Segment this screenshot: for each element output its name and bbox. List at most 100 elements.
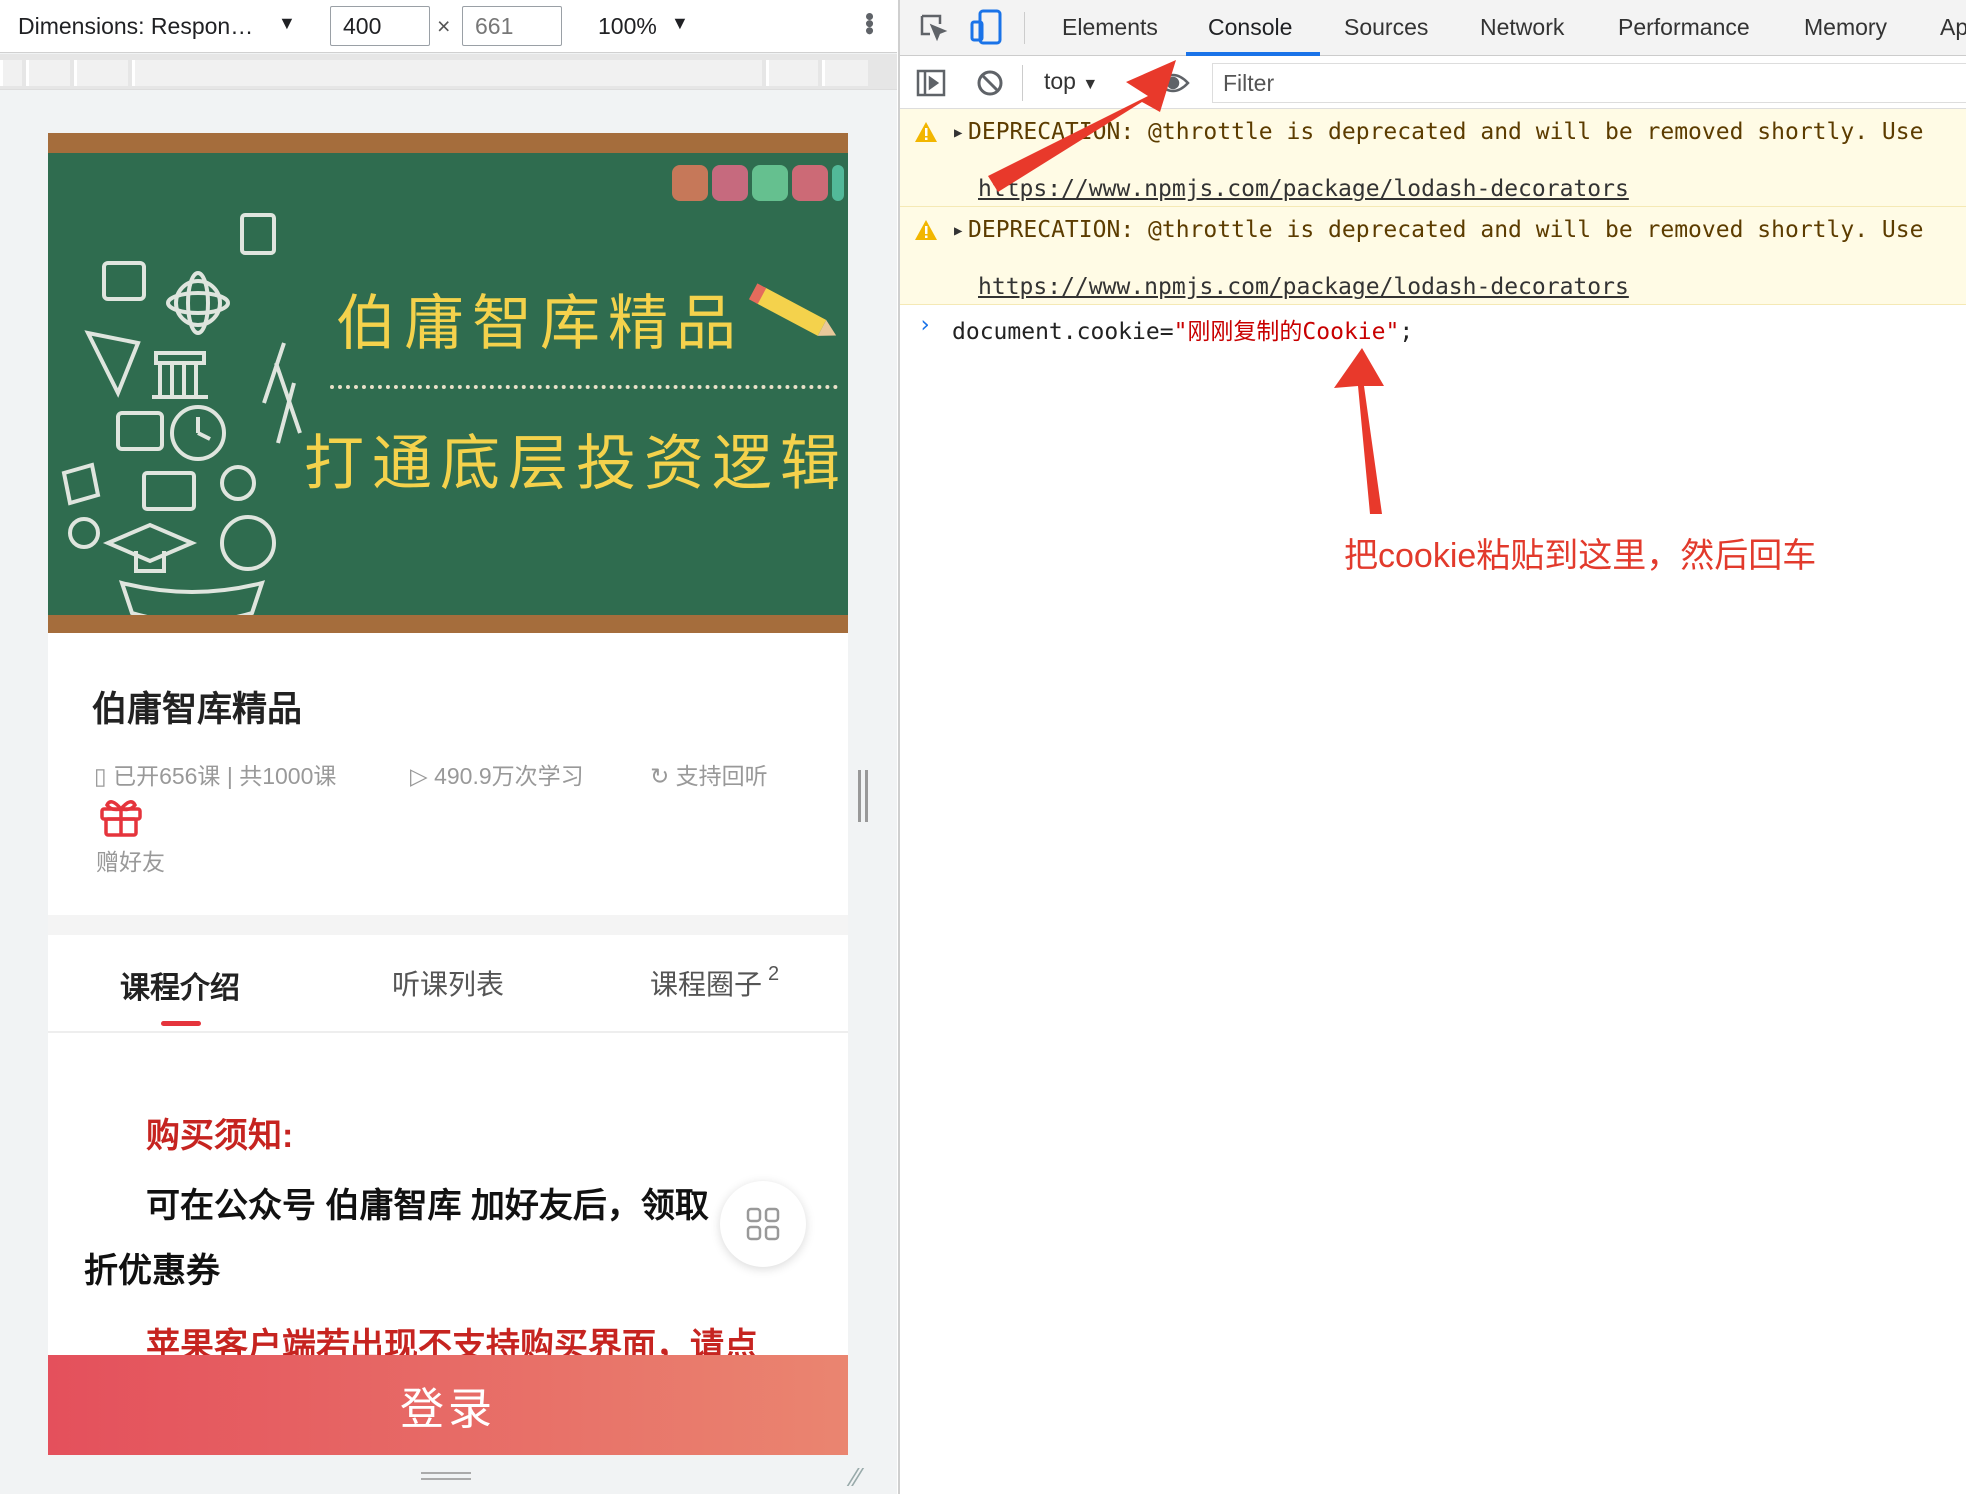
tab-application[interactable]: Ap <box>1940 14 1966 41</box>
viewport-corner-resize-icon[interactable]: ⁄⁄ <box>852 1462 861 1493</box>
more-options-icon[interactable]: ••• <box>854 12 885 33</box>
document-icon: ▯ <box>94 763 107 789</box>
pencil-icon <box>748 283 837 336</box>
banner-subtitle: 打通底层投资逻辑 <box>304 429 848 499</box>
tab-memory[interactable]: Memory <box>1804 14 1887 41</box>
hex-icon <box>832 165 844 201</box>
ruler-segment[interactable] <box>132 60 762 86</box>
media-query-ruler[interactable] <box>0 54 897 90</box>
lesson-count-text: 已开656课 | 共1000课 <box>113 763 337 789</box>
warning-icon <box>914 121 938 149</box>
viewport-resize-handle[interactable] <box>858 770 868 822</box>
device-toolbar-icon[interactable] <box>970 8 1004 46</box>
ruler-segment[interactable] <box>26 60 70 86</box>
ruler-segment[interactable] <box>766 60 818 86</box>
times-sign: × <box>437 13 451 39</box>
context-selector[interactable]: top ▼ <box>1044 68 1098 95</box>
command-prefix: document.cookie= <box>952 319 1174 345</box>
screenshot-root: Dimensions: Respon… ▼ 400 × 661 100% ▼ •… <box>0 0 1966 1494</box>
tab-lesson-list[interactable]: 听课列表 <box>392 963 504 1003</box>
hex-icon <box>712 165 748 201</box>
console-toolbar: top ▼ Filter <box>900 57 1966 109</box>
toolbar-separator <box>1024 12 1025 44</box>
console-prompt-icon: › <box>918 312 932 338</box>
notice-line-1: 可在公众号 伯庸智库 加好友后，领取 <box>146 1187 709 1225</box>
view-count: ▷ 490.9万次学习 <box>410 757 584 791</box>
course-info: 伯庸智库精品 ▯ 已开656课 | 共1000课 ▷ 490.9万次学习 ↻ 支… <box>48 633 848 915</box>
console-warning-1: ▶ DEPRECATION: @throttle is deprecated a… <box>900 109 1966 207</box>
play-icon: ▷ <box>410 763 428 789</box>
clear-console-icon[interactable] <box>976 69 1004 97</box>
warning-link[interactable]: https://www.npmjs.com/package/lodash-dec… <box>978 274 1629 300</box>
annotation-text: 把cookie粘贴到这里，然后回车 <box>1344 537 1817 575</box>
console-command[interactable]: document.cookie="刚刚复制的Cookie"; <box>952 312 1413 346</box>
grid-icon <box>746 1207 780 1241</box>
console-warning-2: ▶ DEPRECATION: @throttle is deprecated a… <box>900 207 1966 305</box>
login-button[interactable]: 登录 <box>48 1355 848 1455</box>
active-tab-indicator <box>1186 52 1320 56</box>
viewport-bottom-resize-handle[interactable] <box>421 1472 471 1480</box>
section-gap <box>48 915 848 935</box>
view-count-text: 490.9万次学习 <box>434 763 584 789</box>
width-input[interactable]: 400 <box>330 6 430 46</box>
hex-icon <box>752 165 788 201</box>
replay-text: 支持回听 <box>675 763 768 789</box>
lightbulb-illustration <box>61 213 302 615</box>
ruler-segment[interactable] <box>822 60 868 86</box>
console-filter-input[interactable]: Filter <box>1212 63 1966 103</box>
gift-friend-label[interactable]: 赠好友 <box>96 843 165 877</box>
device-dropdown-icon[interactable]: ▼ <box>278 13 296 34</box>
floating-menu-button[interactable] <box>720 1181 806 1267</box>
expand-caret-icon[interactable]: ▶ <box>954 223 962 239</box>
device-selector[interactable]: Dimensions: Respon… <box>18 13 253 40</box>
tab-course-intro[interactable]: 课程介绍 <box>120 963 240 1007</box>
hex-icon <box>792 165 828 201</box>
height-input[interactable]: 661 <box>462 6 562 46</box>
device-emulation-pane: Dimensions: Respon… ▼ 400 × 661 100% ▼ •… <box>0 0 897 1494</box>
tab-sources[interactable]: Sources <box>1344 14 1428 41</box>
replay-support: ↻ 支持回听 <box>650 757 768 791</box>
device-toolbar: Dimensions: Respon… ▼ 400 × 661 100% ▼ •… <box>0 0 897 53</box>
course-banner: 伯庸智库精品 打通底层投资逻辑 <box>48 133 848 633</box>
tab-elements[interactable]: Elements <box>1062 14 1158 41</box>
replay-icon: ↻ <box>650 763 670 789</box>
tab-performance[interactable]: Performance <box>1618 14 1750 41</box>
banner-icon-strip <box>672 165 844 201</box>
command-suffix: ; <box>1399 319 1414 345</box>
live-expression-eye-icon[interactable] <box>1156 71 1190 95</box>
tab-course-circle-label: 课程圈子 <box>650 969 763 1000</box>
warning-link[interactable]: https://www.npmjs.com/package/lodash-dec… <box>978 176 1629 202</box>
toolbar-separator <box>1022 65 1023 101</box>
ruler-segment[interactable] <box>74 60 128 86</box>
devtools-tab-bar: Elements Console Sources Network Perform… <box>900 0 1966 56</box>
course-title: 伯庸智库精品 <box>92 690 303 729</box>
active-tab-indicator <box>161 1021 201 1026</box>
tab-console[interactable]: Console <box>1208 14 1292 41</box>
context-dropdown-icon: ▼ <box>1082 76 1099 93</box>
ruler-segment[interactable] <box>0 60 22 86</box>
tab-course-circle[interactable]: 课程圈子 2 <box>650 963 779 1003</box>
warning-icon <box>914 219 938 247</box>
tab-badge: 2 <box>768 962 780 985</box>
expand-caret-icon[interactable]: ▶ <box>954 125 962 141</box>
sidebar-toggle-icon[interactable] <box>916 69 946 97</box>
tab-network[interactable]: Network <box>1480 14 1564 41</box>
command-string: "刚刚复制的Cookie" <box>1173 319 1400 345</box>
warning-message[interactable]: DEPRECATION: @throttle is deprecated and… <box>968 119 1923 145</box>
hex-icon <box>672 165 708 201</box>
zoom-selector[interactable]: 100% <box>598 13 657 40</box>
console-input-line[interactable]: › document.cookie="刚刚复制的Cookie"; <box>900 308 1966 348</box>
banner-divider <box>330 385 838 389</box>
zoom-dropdown-icon[interactable]: ▼ <box>671 13 689 34</box>
devtools-panel: Elements Console Sources Network Perform… <box>898 0 1966 1494</box>
course-tabs: 课程介绍 听课列表 课程圈子 2 <box>48 935 848 1033</box>
warning-message[interactable]: DEPRECATION: @throttle is deprecated and… <box>968 217 1923 243</box>
gift-icon[interactable] <box>98 797 144 837</box>
notice-line-2: 折优惠券 <box>84 1252 220 1290</box>
lesson-count: ▯ 已开656课 | 共1000课 <box>94 757 336 791</box>
inspect-element-icon[interactable] <box>918 12 948 42</box>
notice-title: 购买须知: <box>146 1117 294 1155</box>
banner-title: 伯庸智库精品 <box>336 289 744 359</box>
context-label: top <box>1044 68 1076 94</box>
mobile-viewport: 伯庸智库精品 打通底层投资逻辑 伯庸智库精品 ▯ 已开656课 | 共1000课… <box>48 133 848 1455</box>
